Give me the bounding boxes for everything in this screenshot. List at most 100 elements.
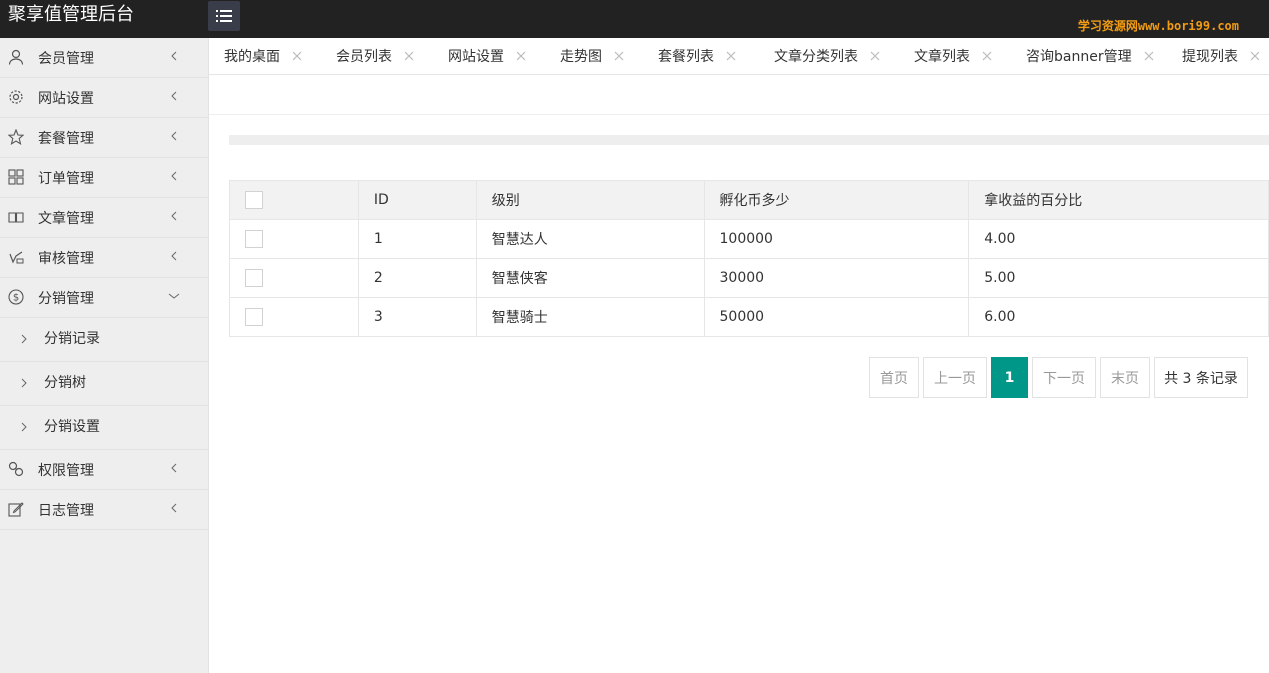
chevron-left-icon	[171, 171, 177, 181]
dollar-icon: $	[8, 289, 24, 305]
tab-article-category-list[interactable]: 文章分类列表	[774, 38, 880, 74]
sidebar-subitem-label: 分销设置	[44, 419, 100, 435]
tab-trend-chart[interactable]: 走势图	[560, 38, 624, 74]
close-icon[interactable]	[870, 51, 880, 61]
toolbar-placeholder	[229, 135, 1269, 145]
sidebar-item-site-settings[interactable]: 网站设置	[0, 78, 208, 118]
cell-id: 1	[357, 219, 477, 259]
tab-label: 网站设置	[448, 49, 504, 65]
sidebar-subitem-distribution-tree[interactable]: 分销树	[0, 362, 208, 406]
first-page-button[interactable]: 首页	[869, 357, 919, 398]
gear-icon	[9, 90, 23, 104]
last-page-button[interactable]: 末页	[1100, 357, 1150, 398]
sidebar-item-label: 网站设置	[38, 91, 94, 107]
cell-percent: 4.00	[968, 219, 1269, 259]
user-icon	[8, 49, 24, 65]
sidebar-item-distribution[interactable]: $ 分销管理	[0, 278, 208, 318]
tab-label: 套餐列表	[658, 49, 714, 65]
table-row: 3 智慧骑士 50000 6.00	[229, 297, 1269, 337]
sidebar-item-label: 权限管理	[38, 463, 94, 479]
watermark-text: 学习资源网www.bori99.com	[1077, 19, 1239, 33]
link-icon	[8, 461, 24, 477]
sidebar-item-label: 分销管理	[38, 291, 94, 307]
sidebar-item-label: 会员管理	[38, 51, 94, 67]
current-page-button[interactable]: 1	[991, 357, 1028, 398]
prev-page-button[interactable]: 上一页	[923, 357, 987, 398]
chevron-left-icon	[171, 463, 177, 473]
cell-percent: 6.00	[968, 297, 1269, 337]
chevron-left-icon	[171, 211, 177, 221]
close-icon[interactable]	[1250, 51, 1260, 61]
cell-coins: 50000	[703, 297, 970, 337]
close-icon[interactable]	[1144, 51, 1154, 61]
sidebar-subitem-distribution-settings[interactable]: 分销设置	[0, 406, 208, 450]
next-page-button[interactable]: 下一页	[1032, 357, 1096, 398]
sidebar-item-order[interactable]: 订单管理	[0, 158, 208, 198]
close-icon[interactable]	[404, 51, 414, 61]
cell-coins: 100000	[703, 219, 970, 259]
sidebar-item-member[interactable]: 会员管理	[0, 38, 208, 78]
sidebar-item-article[interactable]: 文章管理	[0, 198, 208, 238]
total-records-label: 共 3 条记录	[1154, 357, 1248, 398]
row-checkbox[interactable]	[245, 308, 263, 326]
edit-icon	[8, 502, 24, 517]
menu-toggle-button[interactable]	[208, 1, 240, 31]
sidebar: 会员管理 网站设置 套餐管理 订单管理 文章管理 审核管理 $ 分销管理 分销记…	[0, 38, 209, 673]
tab-banner-management[interactable]: 咨询banner管理	[1026, 38, 1154, 74]
sidebar-item-label: 文章管理	[38, 211, 94, 227]
chevron-left-icon	[171, 91, 177, 101]
cell-percent: 5.00	[968, 258, 1269, 298]
tab-label: 咨询banner管理	[1026, 49, 1132, 65]
grid-icon	[8, 169, 24, 185]
table-row: 2 智慧侠客 30000 5.00	[229, 258, 1269, 298]
tab-label: 走势图	[560, 49, 602, 65]
content-divider	[209, 114, 1269, 115]
sidebar-item-label: 套餐管理	[38, 131, 94, 147]
close-icon[interactable]	[726, 51, 736, 61]
row-select-cell	[229, 219, 359, 259]
table-row: 1 智慧达人 100000 4.00	[229, 219, 1269, 259]
chevron-down-icon	[168, 293, 180, 299]
sidebar-item-label: 订单管理	[38, 171, 94, 187]
tab-article-list[interactable]: 文章列表	[914, 38, 992, 74]
tab-label: 会员列表	[336, 49, 392, 65]
row-checkbox[interactable]	[245, 230, 263, 248]
tab-member-list[interactable]: 会员列表	[336, 38, 414, 74]
level-table: ID 级别 孵化币多少 拿收益的百分比 1 智慧达人 100000 4.00 2…	[229, 180, 1269, 337]
chevron-left-icon	[171, 131, 177, 141]
tab-site-settings[interactable]: 网站设置	[448, 38, 526, 74]
chevron-left-icon	[171, 251, 177, 261]
book-icon	[8, 212, 24, 223]
menu-icon	[216, 10, 232, 22]
sidebar-item-audit[interactable]: 审核管理	[0, 238, 208, 278]
sidebar-subitem-distribution-records[interactable]: 分销记录	[0, 318, 208, 362]
row-checkbox[interactable]	[245, 269, 263, 287]
app-title: 聚享值管理后台	[8, 4, 134, 25]
tab-my-desktop[interactable]: 我的桌面	[224, 38, 302, 74]
chevron-right-icon	[21, 422, 27, 432]
cell-id: 2	[357, 258, 477, 298]
tab-package-list[interactable]: 套餐列表	[658, 38, 736, 74]
sidebar-subitem-label: 分销树	[44, 375, 86, 391]
sidebar-item-package[interactable]: 套餐管理	[0, 118, 208, 158]
cell-coins: 30000	[703, 258, 970, 298]
select-all-checkbox[interactable]	[245, 191, 263, 209]
column-header-percent: 拿收益的百分比	[968, 180, 1269, 220]
tab-withdraw-list[interactable]: 提现列表	[1182, 38, 1260, 74]
column-header-coins: 孵化币多少	[703, 180, 970, 220]
close-icon[interactable]	[982, 51, 992, 61]
tab-label: 文章列表	[914, 49, 970, 65]
sidebar-item-log[interactable]: 日志管理	[0, 490, 208, 530]
close-icon[interactable]	[292, 51, 302, 61]
close-icon[interactable]	[516, 51, 526, 61]
star-icon	[8, 129, 24, 145]
close-icon[interactable]	[614, 51, 624, 61]
sidebar-item-label: 审核管理	[38, 251, 94, 267]
tab-label: 提现列表	[1182, 49, 1238, 65]
column-header-id: ID	[357, 180, 477, 220]
approve-icon	[9, 251, 24, 264]
sidebar-item-permission[interactable]: 权限管理	[0, 450, 208, 490]
column-header-level: 级别	[475, 180, 705, 220]
sidebar-item-label: 日志管理	[38, 503, 94, 519]
table-header-row: ID 级别 孵化币多少 拿收益的百分比	[229, 180, 1269, 220]
